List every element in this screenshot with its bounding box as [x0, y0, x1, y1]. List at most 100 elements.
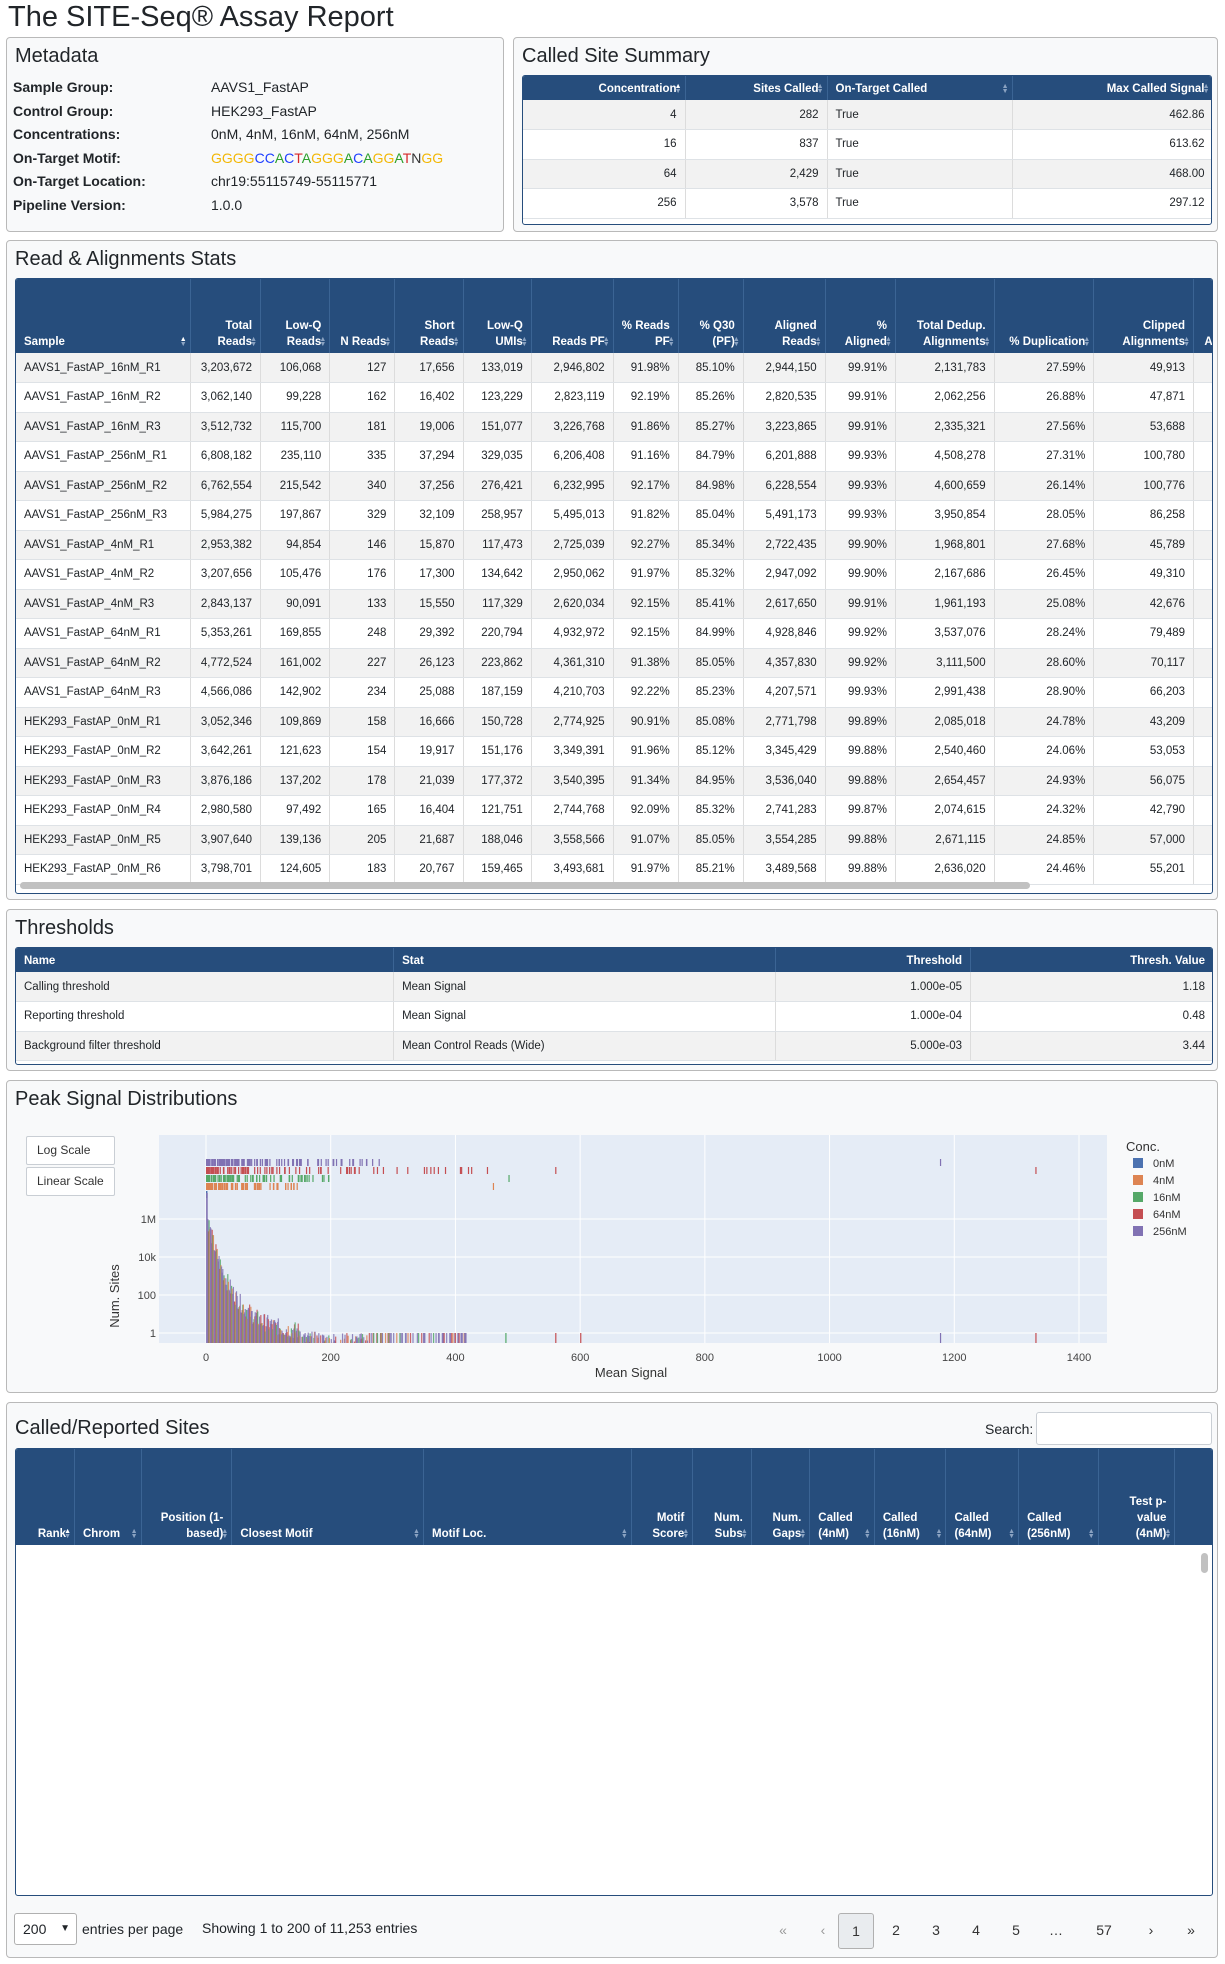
- rug-mark: [228, 1175, 230, 1182]
- column-header[interactable]: Reads PF ▲ ▼: [531, 279, 614, 353]
- column-header[interactable]: Low-Q Alignments▲▼: [1193, 279, 1212, 353]
- table-row[interactable]: AAVS1_FastAP_64nM_R1 5,353,261 169,855 248 2…: [16, 618, 1212, 649]
- page-link[interactable]: »: [1173, 1913, 1209, 1949]
- table-row[interactable]: HEK293_FastAP_0nM_R3 3,876,186 137,202 178 2…: [16, 766, 1212, 796]
- table-cell: 90,091: [260, 589, 331, 619]
- column-header[interactable]: Num. Gaps ▲ ▼: [751, 1449, 811, 1545]
- table-row[interactable]: AAVS1_FastAP_256nM_R3 5,984,275 197,867 329…: [16, 500, 1212, 531]
- column-header[interactable]: Rank ▲ ▼: [16, 1449, 75, 1545]
- column-header[interactable]: Sites Called ▲ ▼: [685, 76, 828, 100]
- column-header[interactable]: Low-Q UMIs ▲ ▼: [463, 279, 532, 353]
- column-header[interactable]: Chrom ▲ ▼: [74, 1449, 142, 1545]
- column-header[interactable]: Max Called Signal ▲ ▼: [1012, 76, 1211, 100]
- page-link[interactable]: …: [1038, 1913, 1074, 1949]
- table-row[interactable]: 4 282 True 462.86: [523, 100, 1211, 130]
- table-row[interactable]: AAVS1_FastAP_64nM_R3 4,566,086 142,902 234 2…: [16, 677, 1212, 708]
- table-row[interactable]: AAVS1_FastAP_16nM_R1 3,203,672 106,068 127 1…: [16, 353, 1212, 383]
- table-row[interactable]: HEK293_FastAP_0nM_R2 3,642,261 121,623 154 1…: [16, 736, 1212, 767]
- table-row[interactable]: HEK293_FastAP_0nM_R4 2,980,580 97,492 165 16…: [16, 795, 1212, 826]
- column-header-label: Low-Q UMIs: [487, 320, 523, 348]
- table-cell: 6,206,408: [531, 441, 614, 472]
- y-axis-label: Num. Sites: [107, 1264, 122, 1328]
- table-row[interactable]: AAVS1_FastAP_16nM_R2 3,062,140 99,228 162 16…: [16, 382, 1212, 413]
- sites-heading: Called/Reported Sites: [15, 1417, 210, 1439]
- sort-icon: ▲ ▼: [935, 1528, 943, 1540]
- column-header[interactable]: Concentration ▲ ▼: [523, 76, 686, 100]
- rug-mark: [217, 1167, 219, 1174]
- table-row[interactable]: HEK293_FastAP_0nM_R6 3,798,701 124,605 183 2…: [16, 854, 1212, 885]
- table-cell: 1: [1193, 559, 1212, 590]
- column-header[interactable]: Stat: [393, 948, 776, 972]
- histogram-bar: [381, 1333, 384, 1343]
- histogram-bar: [400, 1333, 402, 1343]
- page-link[interactable]: «: [765, 1913, 801, 1949]
- table-row[interactable]: AAVS1_FastAP_4nM_R2 3,207,656 105,476 176 17…: [16, 559, 1212, 590]
- column-header[interactable]: Aligned Reads ▲ ▼: [743, 279, 826, 353]
- rug-mark: [292, 1159, 294, 1166]
- table-row[interactable]: AAVS1_FastAP_4nM_R1 2,953,382 94,854 146 15,…: [16, 530, 1212, 560]
- table-row[interactable]: 64 2,429 True 468.00: [523, 159, 1211, 189]
- metadata-key: On-Target Location:: [13, 173, 146, 189]
- rug-mark: [220, 1175, 222, 1182]
- column-header[interactable]: Low-Q Reads ▲ ▼: [260, 279, 331, 353]
- table-row[interactable]: HEK293_FastAP_0nM_R5 3,907,640 139,136 205 2…: [16, 825, 1212, 855]
- column-header[interactable]: Closest Motif ▲ ▼: [231, 1449, 424, 1545]
- table-row[interactable]: AAVS1_FastAP_64nM_R2 4,772,524 161,002 227 2…: [16, 648, 1212, 678]
- page-link[interactable]: ‹: [805, 1913, 841, 1949]
- table-row[interactable]: Calling threshold Mean Signal 1.000e-05 1.1…: [16, 972, 1212, 1002]
- column-header[interactable]: On-Target Called ▲ ▼: [827, 76, 1013, 100]
- table-row[interactable]: AAVS1_FastAP_4nM_R3 2,843,137 90,091 133 15,…: [16, 589, 1212, 619]
- column-header[interactable]: Num. Subs ▲ ▼: [692, 1449, 752, 1545]
- table-row[interactable]: 256 3,578 True 297.12: [523, 188, 1211, 219]
- column-header[interactable]: Called (4nM) ▲ ▼: [809, 1449, 875, 1545]
- table-row[interactable]: AAVS1_FastAP_16nM_R3 3,512,732 115,700 181 1…: [16, 412, 1212, 442]
- rug-mark: [396, 1167, 398, 1174]
- column-header[interactable]: Sample ▲ ▼: [16, 279, 191, 353]
- column-header[interactable]: Total Reads ▲ ▼: [190, 279, 262, 353]
- column-header[interactable]: % Duplication ▲ ▼: [994, 279, 1095, 353]
- page-link[interactable]: 57: [1083, 1913, 1125, 1949]
- page-link[interactable]: 2: [878, 1913, 914, 1949]
- table-cell: 85.08%: [678, 707, 744, 737]
- column-header[interactable]: N Reads ▲ ▼: [329, 279, 396, 353]
- column-header[interactable]: Te▲▼: [1174, 1449, 1212, 1545]
- column-header[interactable]: Motif Score ▲ ▼: [631, 1449, 694, 1545]
- table-row[interactable]: 16 837 True 613.62: [523, 129, 1211, 160]
- column-header[interactable]: Called (16nM) ▲ ▼: [874, 1449, 947, 1545]
- column-header[interactable]: Position (1-based) ▲ ▼: [141, 1449, 233, 1545]
- table-cell: 2,636,020: [895, 854, 995, 885]
- page-link[interactable]: 5: [998, 1913, 1034, 1949]
- column-header[interactable]: Thresh. Value: [970, 948, 1212, 972]
- column-header[interactable]: Called (256nM) ▲ ▼: [1018, 1449, 1099, 1545]
- table-cell: 56,075: [1093, 766, 1195, 796]
- table-row[interactable]: Background filter threshold Mean Control …: [16, 1031, 1212, 1061]
- vertical-scrollbar[interactable]: [1201, 1553, 1208, 1573]
- column-header[interactable]: Name: [16, 948, 395, 972]
- table-row[interactable]: HEK293_FastAP_0nM_R1 3,052,346 109,869 158 1…: [16, 707, 1212, 737]
- table-row[interactable]: AAVS1_FastAP_256nM_R2 6,762,554 215,542 340…: [16, 471, 1212, 501]
- column-header[interactable]: Threshold: [775, 948, 972, 972]
- page-link[interactable]: 3: [918, 1913, 954, 1949]
- column-header[interactable]: Test p-value (4nM) ▲ ▼: [1098, 1449, 1176, 1545]
- horizontal-scrollbar[interactable]: [20, 882, 1030, 889]
- column-header[interactable]: % Q30 (PF) ▲ ▼: [678, 279, 744, 353]
- column-header[interactable]: Short Reads ▲ ▼: [394, 279, 464, 353]
- table-cell: Background filter threshold: [16, 1031, 395, 1061]
- metadata-key: Concentrations:: [13, 126, 121, 142]
- column-header[interactable]: % Reads PF ▲ ▼: [613, 279, 679, 353]
- page-size-select[interactable]: 200 ▼: [14, 1913, 77, 1945]
- table-row[interactable]: AAVS1_FastAP_256nM_R1 6,808,182 235,110 335…: [16, 441, 1212, 472]
- page-link[interactable]: ›: [1133, 1913, 1169, 1949]
- column-header[interactable]: Called (64nM) ▲ ▼: [945, 1449, 1020, 1545]
- page-link[interactable]: 1: [838, 1913, 874, 1949]
- column-header[interactable]: Clipped Alignments ▲ ▼: [1093, 279, 1195, 353]
- table-row[interactable]: Reporting threshold Mean Signal 1.000e-04 0…: [16, 1001, 1212, 1032]
- table-cell: 3,226,768: [531, 412, 614, 442]
- column-header[interactable]: Motif Loc. ▲ ▼: [423, 1449, 632, 1545]
- page-link[interactable]: 4: [958, 1913, 994, 1949]
- table-cell: AAVS1_FastAP_64nM_R2: [16, 648, 191, 678]
- rug-mark: [273, 1183, 275, 1190]
- search-input[interactable]: [1036, 1412, 1212, 1445]
- column-header[interactable]: Total Dedup. Alignments ▲ ▼: [895, 279, 995, 353]
- column-header[interactable]: % Aligned ▲ ▼: [825, 279, 896, 353]
